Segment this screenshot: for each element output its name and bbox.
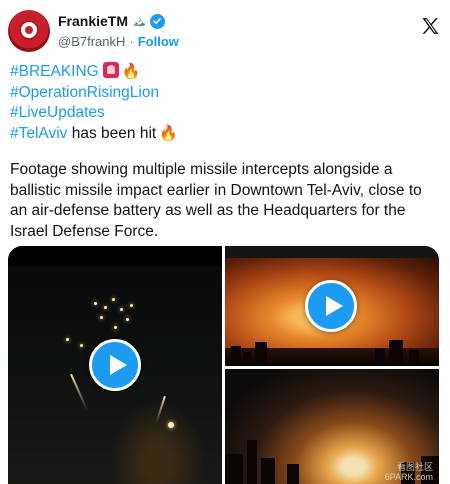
building-silhouette [261,458,275,484]
x-logo-icon[interactable] [420,16,440,36]
building-silhouette [247,440,257,484]
verified-badge-icon [149,13,165,29]
line-live: #LiveUpdates [10,103,440,124]
follow-button[interactable]: Follow [138,34,179,49]
building-silhouette [389,340,403,366]
intercept-flash [112,298,115,301]
tweet-hashtags: #BREAKING 🔥 #OperationRisingLion #LiveUpd… [10,62,440,144]
body-line: Israel Defense Force. [10,222,159,240]
video-thumbnail-impact[interactable]: 看图社区 6PARK.com [225,369,439,484]
body-line: ballistic missile impact earlier in Down… [10,181,422,199]
play-icon[interactable] [89,339,141,391]
body-line: an air-defense battery as well as the He… [10,202,406,219]
intercept-flash [104,306,107,309]
building-silhouette [255,342,267,366]
intercept-flash [126,318,129,321]
intercept-flash [120,308,123,311]
body-line: Footage showing multiple missile interce… [10,161,393,178]
building-silhouette [225,454,243,484]
hashtag-breaking[interactable]: #BREAKING [10,63,99,80]
intercept-flash [66,338,69,341]
handle-row: @B7frankH · Follow [58,32,179,50]
intercept-flash [94,302,97,305]
building-silhouette [287,464,299,484]
line-breaking: #BREAKING 🔥 [10,62,440,83]
fire-emoji-icon: 🔥 [159,124,178,142]
fire-emoji-icon: 🔥 [121,63,141,80]
intercept-flash [100,316,103,319]
hashtag-live-updates[interactable]: #LiveUpdates [10,104,105,121]
author-handle[interactable]: @B7frankH [58,34,125,49]
intercept-flash [80,344,83,347]
tweet-header: FrankieTM 🏔️ @B7frankH · Follow [8,10,442,54]
building-silhouette [243,352,251,366]
avatar[interactable] [8,10,50,52]
tweet-card: FrankieTM 🏔️ @B7frankH · Follow #BREAKIN… [0,0,450,484]
building-silhouette [231,346,241,366]
media-grid: 看图社区 6PARK.com [8,246,439,484]
telaviv-suffix: has been hit [67,124,157,142]
video-thumbnail-explosion[interactable] [225,246,439,366]
play-icon[interactable] [305,280,357,332]
video-thumbnail-intercepts[interactable] [8,246,222,484]
intercept-flash [114,326,117,329]
separator-dot: · [129,33,134,49]
siren-emoji-icon [102,62,119,78]
watermark-line: 6PARK.com [384,472,433,482]
mountain-emoji-icon: 🏔️ [132,14,146,27]
tweet-body: Footage showing multiple missile interce… [10,160,442,242]
watermark: 看图社区 6PARK.com [385,462,433,482]
watermark-line: 看图社区 [396,462,433,472]
display-name[interactable]: FrankieTM [58,13,128,29]
intercept-flash [130,304,133,307]
hashtag-operation[interactable]: #OperationRisingLion [10,84,159,101]
author-name-row: FrankieTM 🏔️ [58,12,165,30]
line-operation: #OperationRisingLion [10,83,440,104]
hashtag-telaviv[interactable]: #TelAviv [10,125,67,142]
building-silhouette [375,348,385,366]
building-silhouette [409,350,419,366]
line-telaviv: #TelAviv has been hit 🔥 [10,124,440,145]
intercept-flash [168,422,174,428]
